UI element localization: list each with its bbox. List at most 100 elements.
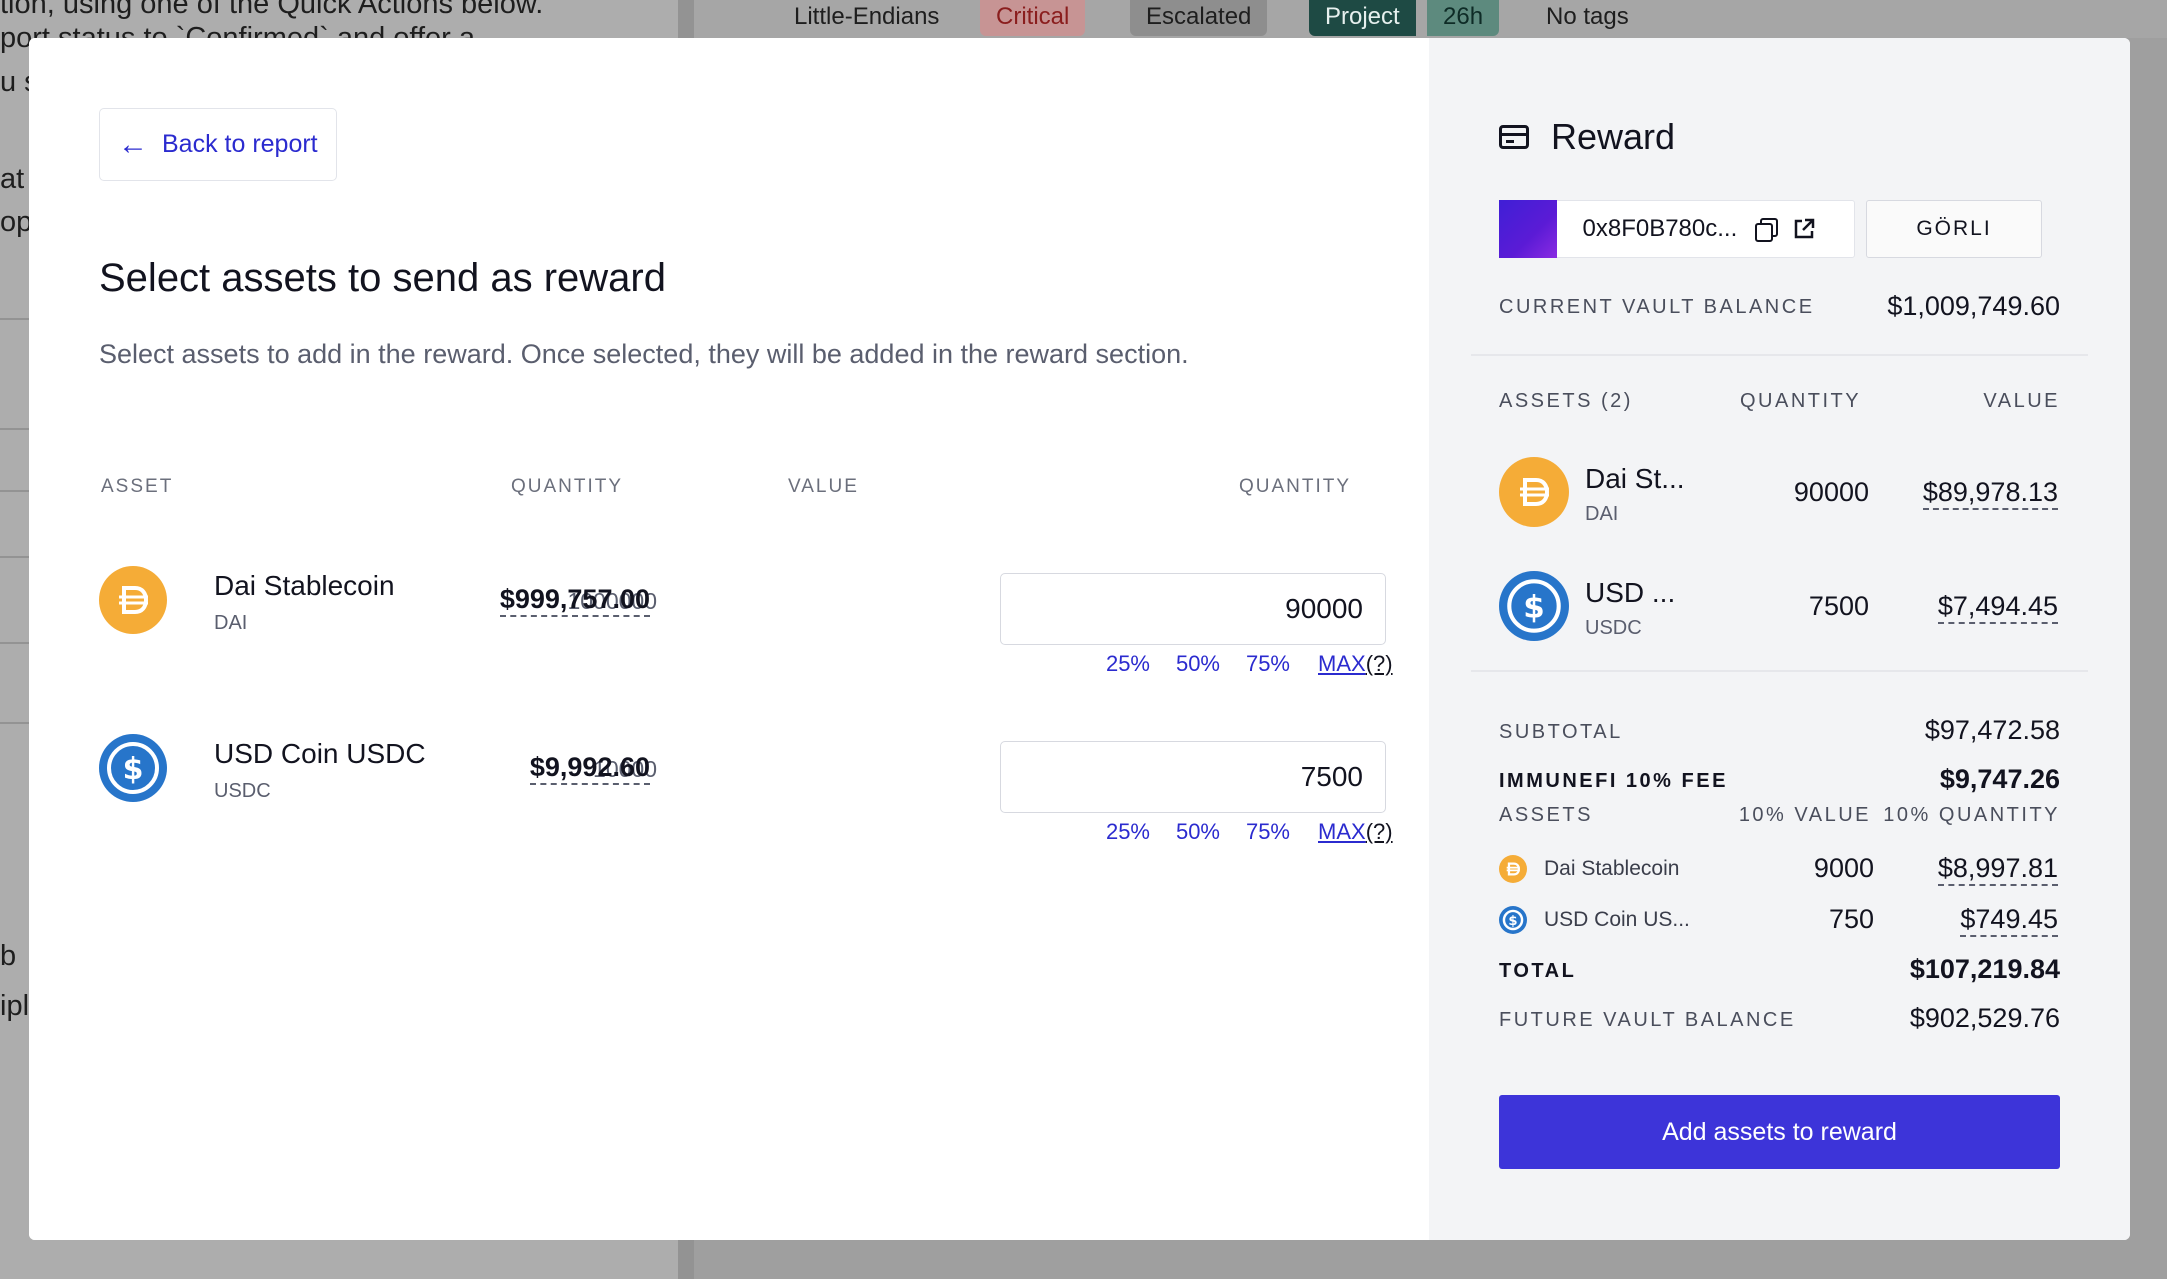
dai-icon (99, 566, 167, 634)
reward-asset-symbol: DAI (1585, 503, 1619, 525)
vault-address: 0x8F0B780c... (1582, 215, 1738, 242)
fee-label: IMMUNEFI 10% FEE (1499, 770, 1728, 792)
asset-name: USD Coin USDC (214, 738, 426, 769)
future-vault-balance-label: FUTURE VAULT BALANCE (1499, 1009, 1796, 1031)
current-vault-balance: $1,009,749.60 (1887, 291, 2060, 321)
back-to-report-button[interactable]: ← Back to report (99, 108, 337, 181)
column-header-quantity: QUANTITY (511, 476, 624, 497)
network-button[interactable]: GÖRLI (1866, 200, 2042, 258)
max-help-icon[interactable]: (?) (1366, 651, 1393, 676)
reward-modal: ← Back to report Select assets to send a… (29, 38, 2130, 1240)
asset-symbol: DAI (214, 612, 248, 634)
external-link-icon[interactable] (1793, 218, 1815, 240)
reward-heading: Reward (1499, 116, 1675, 158)
usdc-icon: $ (1499, 571, 1569, 641)
background-text-line: b (0, 940, 17, 972)
reward-asset-quantity: 90000 (1793, 477, 1869, 507)
fee-quantity-header: 10% QUANTITY (1883, 804, 2060, 826)
asset-value[interactable]: $9,992.60 (529, 752, 650, 786)
age-badge: 26h (1427, 0, 1500, 36)
divider (0, 556, 30, 558)
divider (0, 428, 30, 430)
usdc-icon: $ (99, 734, 167, 802)
percent-75-button[interactable]: 75% (1220, 819, 1290, 845)
background-text-line: at (0, 163, 25, 195)
divider (0, 318, 30, 320)
vault-avatar (1498, 200, 1557, 258)
fee-asset-value: 9000 (1813, 853, 1874, 883)
fee-asset-quantity[interactable]: $8,997.81 (1937, 853, 2058, 887)
reward-asset-value[interactable]: $7,494.45 (1937, 591, 2058, 625)
background-text-line: tion, using one of the Quick Actions bel… (0, 0, 544, 20)
severity-badge: Critical (980, 0, 1086, 36)
project-name-tag: Little-Endians (794, 3, 940, 30)
fee-assets-header: ASSETS (1499, 804, 1593, 826)
back-button-label: Back to report (162, 130, 318, 158)
reward-asset-symbol: USDC (1585, 617, 1642, 639)
max-button[interactable]: MAX(?) (1318, 651, 1393, 677)
fee-value-header: 10% VALUE (1738, 804, 1871, 826)
fee-asset-row: $ USD Coin US... 750 $749.45 (1499, 904, 2058, 938)
max-label: MAX (1318, 819, 1366, 844)
asset-name: Dai Stablecoin (214, 570, 395, 601)
reward-title: Reward (1551, 116, 1676, 157)
fee-asset-quantity[interactable]: $749.45 (1960, 904, 2058, 938)
max-button[interactable]: MAX(?) (1318, 819, 1393, 845)
divider (1471, 670, 2088, 672)
page-title: Select assets to send as reward (99, 256, 666, 300)
quantity-header: QUANTITY (1740, 390, 1862, 412)
divider (0, 642, 30, 644)
total-label: TOTAL (1499, 960, 1577, 982)
subtotal-label: SUBTOTAL (1499, 721, 1623, 743)
vault-address-box: 0x8F0B780c... (1498, 200, 1855, 258)
divider (0, 722, 30, 724)
reward-asset-name: USD ... (1585, 577, 1676, 608)
current-vault-balance-label: CURRENT VAULT BALANCE (1499, 296, 1815, 318)
percent-50-button[interactable]: 50% (1150, 651, 1220, 677)
wallet-card-icon (1499, 125, 1529, 149)
svg-text:$: $ (123, 752, 144, 787)
asset-value[interactable]: $999,757.00 (499, 584, 650, 618)
reward-summary-pane: Reward 0x8F0B780c... GÖRLI CURRENT VAULT… (1429, 38, 2130, 1240)
reward-asset-row: Dai St... DAI 90000 $89,978.13 (1499, 457, 2058, 529)
fee-asset-row: Dai Stablecoin 9000 $8,997.81 (1499, 853, 2058, 887)
max-help-icon[interactable]: (?) (1366, 819, 1393, 844)
dai-icon (1499, 855, 1527, 883)
page-subtitle: Select assets to add in the reward. Once… (99, 339, 1189, 369)
asset-selection-pane: ← Back to report Select assets to send a… (29, 38, 1429, 1240)
reward-asset-value[interactable]: $89,978.13 (1922, 477, 2058, 511)
percent-75-button[interactable]: 75% (1220, 651, 1290, 677)
quantity-input[interactable] (1000, 573, 1386, 645)
svg-text:$: $ (1508, 914, 1517, 929)
fee-asset-name: Dai Stablecoin (1544, 857, 1680, 880)
divider (1471, 354, 2088, 356)
column-header-asset: ASSET (101, 476, 174, 497)
subtotal-value: $97,472.58 (1924, 715, 2060, 745)
future-vault-balance: $902,529.76 (1909, 1003, 2060, 1033)
status-badge: Escalated (1130, 0, 1268, 36)
percent-25-button[interactable]: 25% (1080, 651, 1150, 677)
background-tag-bar: Little-Endians Critical Escalated Projec… (694, 0, 2167, 38)
reward-asset-name: Dai St... (1585, 463, 1685, 494)
background-text-line: op (0, 206, 33, 238)
table-row: $ USD Coin USDC USDC 10000 $9,992.60 25%… (99, 726, 1393, 856)
copy-icon[interactable] (1755, 218, 1779, 242)
dai-icon (1499, 457, 1569, 527)
asset-symbol: USDC (214, 780, 271, 802)
fee-asset-value: 750 (1828, 904, 1874, 934)
table-row: Dai Stablecoin DAI 1000000 $999,757.00 2… (99, 558, 1393, 688)
project-label-badge: Project (1309, 0, 1416, 36)
tags-text: No tags (1546, 3, 1629, 30)
value-header: VALUE (1983, 390, 2060, 412)
percent-options: 25% 50% 75% MAX(?) (1080, 819, 1393, 845)
add-assets-to-reward-button[interactable]: Add assets to reward (1499, 1095, 2060, 1169)
quantity-input[interactable] (1000, 741, 1386, 813)
column-header-input-quantity: QUANTITY (1239, 476, 1352, 497)
max-label: MAX (1318, 651, 1366, 676)
percent-50-button[interactable]: 50% (1150, 819, 1220, 845)
svg-text:$: $ (1523, 589, 1544, 625)
column-header-value: VALUE (788, 476, 859, 497)
arrow-left-icon: ← (118, 127, 148, 161)
percent-25-button[interactable]: 25% (1080, 819, 1150, 845)
fee-value: $9,747.26 (1939, 764, 2060, 794)
